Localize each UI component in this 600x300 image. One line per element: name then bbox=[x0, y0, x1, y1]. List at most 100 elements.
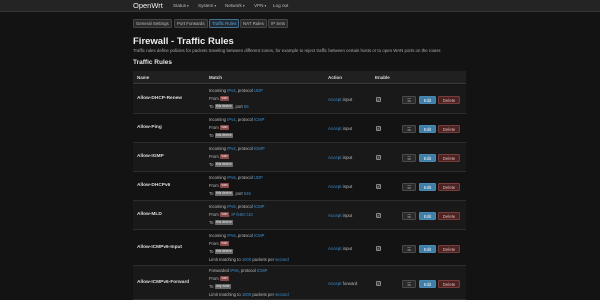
limit-unit: second bbox=[275, 257, 289, 262]
column-header-action: Action bbox=[328, 74, 342, 80]
drag-handle-button[interactable]: ☰ bbox=[402, 183, 416, 191]
match-text: , protocol bbox=[235, 88, 254, 93]
tab-traffic-rules[interactable]: Traffic Rules bbox=[209, 19, 240, 28]
delete-button[interactable]: Delete bbox=[438, 212, 460, 220]
match-text: Incoming bbox=[209, 204, 228, 209]
match-text: Limit matching to bbox=[209, 292, 242, 297]
match-text: From bbox=[209, 241, 220, 246]
action-target: input bbox=[341, 97, 353, 102]
top-navbar: OpenWrt Status▾ System▾ Network▾ VPN▾ Lo… bbox=[0, 0, 600, 12]
protocol-link: ICMP bbox=[256, 268, 268, 273]
rule-match: Incoming IPv6, protocol UDP From wan To … bbox=[209, 174, 263, 198]
match-text: To bbox=[209, 162, 215, 167]
menu-network[interactable]: Network▾ bbox=[225, 3, 245, 8]
tab-general-settings[interactable]: General Settings bbox=[133, 19, 172, 28]
chevron-down-icon: ▾ bbox=[214, 3, 217, 8]
rule-name: Allow-ICMPv6-Input bbox=[137, 245, 183, 250]
column-header-enable: Enable bbox=[375, 74, 390, 80]
rule-match: Incoming IPv6, protocol ICMP From wan To… bbox=[209, 232, 289, 264]
edit-button[interactable]: Edit bbox=[419, 125, 436, 133]
delete-button[interactable]: Delete bbox=[438, 154, 460, 162]
table-row: Allow-IGMP Incoming IPv4, protocol IGMP … bbox=[133, 143, 466, 172]
table-row: Allow-DHCPv6 Incoming IPv6, protocol UDP… bbox=[133, 172, 466, 201]
table-row: Allow-ICMPv6-Forward Forwarded IPv6, pro… bbox=[133, 266, 466, 300]
match-text: Incoming bbox=[209, 117, 228, 122]
match-text: Limit matching to bbox=[209, 257, 242, 262]
match-text: To bbox=[209, 133, 215, 138]
delete-button[interactable]: Delete bbox=[438, 125, 460, 133]
brand-logo[interactable]: OpenWrt bbox=[133, 1, 163, 10]
zone-badge: this device bbox=[214, 162, 234, 168]
drag-handle-button[interactable]: ☰ bbox=[402, 245, 416, 253]
rule-action: Accept input bbox=[328, 213, 352, 218]
page-title: Firewall - Traffic Rules bbox=[133, 36, 234, 47]
menu-status[interactable]: Status▾ bbox=[173, 3, 189, 8]
match-text: From bbox=[209, 212, 220, 217]
action-verb: Accept bbox=[328, 246, 342, 251]
drag-handle-button[interactable]: ☰ bbox=[402, 280, 416, 288]
action-verb: Accept bbox=[328, 97, 342, 102]
tab-ip-sets[interactable]: IP Sets bbox=[268, 19, 289, 28]
tab-port-forwards[interactable]: Port Forwards bbox=[174, 19, 208, 28]
delete-button[interactable]: Delete bbox=[438, 245, 460, 253]
edit-button[interactable]: Edit bbox=[419, 245, 436, 253]
enable-checkbox[interactable]: ✓ bbox=[376, 155, 381, 160]
drag-handle-button[interactable]: ☰ bbox=[402, 212, 416, 220]
zone-badge: this device bbox=[214, 191, 234, 197]
limit-unit: second bbox=[275, 292, 289, 297]
match-text: , protocol bbox=[235, 204, 254, 209]
enable-checkbox[interactable]: ✓ bbox=[376, 281, 381, 286]
table-row: Allow-DHCP-Renew Incoming IPv4, protocol… bbox=[133, 85, 466, 114]
enable-checkbox[interactable]: ✓ bbox=[376, 126, 381, 131]
menu-label: Network bbox=[225, 2, 242, 8]
rule-action: Accept input bbox=[328, 126, 352, 131]
enable-checkbox[interactable]: ✓ bbox=[376, 246, 381, 251]
menu-vpn[interactable]: VPN▾ bbox=[254, 3, 266, 8]
match-text: packets per bbox=[251, 292, 276, 297]
enable-checkbox[interactable]: ✓ bbox=[376, 184, 381, 189]
match-text: Incoming bbox=[209, 175, 228, 180]
protocol-link: UDP bbox=[253, 88, 263, 93]
delete-button[interactable]: Delete bbox=[438, 280, 460, 288]
zone-badge: wan bbox=[219, 125, 229, 131]
delete-button[interactable]: Delete bbox=[438, 183, 460, 191]
family-link: IPv6 bbox=[227, 233, 236, 238]
match-text: Incoming bbox=[209, 146, 228, 151]
drag-handle-button[interactable]: ☰ bbox=[402, 125, 416, 133]
match-text: , port bbox=[233, 104, 244, 109]
drag-handle-button[interactable]: ☰ bbox=[402, 154, 416, 162]
family-link: IPv6 bbox=[227, 175, 236, 180]
menu-label: System bbox=[198, 2, 214, 8]
edit-button[interactable]: Edit bbox=[419, 96, 436, 104]
match-text: To bbox=[209, 191, 215, 196]
rule-action: Accept input bbox=[328, 246, 352, 251]
chevron-down-icon: ▾ bbox=[242, 3, 245, 8]
rule-action: Accept forward bbox=[328, 281, 357, 286]
family-link: IPv4 bbox=[227, 146, 236, 151]
menu-logout[interactable]: Log out bbox=[273, 3, 288, 8]
table-row: Allow-Ping Incoming IPv4, protocol ICMP … bbox=[133, 114, 466, 143]
edit-button[interactable]: Edit bbox=[419, 212, 436, 220]
match-text: , protocol bbox=[235, 146, 254, 151]
action-target: input bbox=[341, 155, 353, 160]
edit-button[interactable]: Edit bbox=[419, 154, 436, 162]
match-text: packets per bbox=[251, 257, 276, 262]
drag-handle-button[interactable]: ☰ bbox=[402, 96, 416, 104]
enable-checkbox[interactable]: ✓ bbox=[376, 213, 381, 218]
match-text: From bbox=[209, 96, 220, 101]
enable-checkbox[interactable]: ✓ bbox=[376, 97, 381, 102]
tab-nat-rules[interactable]: NAT Rules bbox=[240, 19, 267, 28]
rule-match: Incoming IPv4, protocol UDP From wan To … bbox=[209, 87, 263, 111]
rule-action: Accept input bbox=[328, 184, 352, 189]
column-header-name: Name bbox=[137, 74, 150, 80]
edit-button[interactable]: Edit bbox=[419, 280, 436, 288]
edit-button[interactable]: Edit bbox=[419, 183, 436, 191]
rule-name: Allow-Ping bbox=[137, 125, 162, 130]
menu-system[interactable]: System▾ bbox=[198, 3, 216, 8]
rule-name: Allow-DHCP-Renew bbox=[137, 96, 183, 101]
match-text: From bbox=[209, 125, 220, 130]
match-text: To bbox=[209, 220, 215, 225]
zone-badge: wan bbox=[219, 212, 229, 218]
rule-match: Forwarded IPv6, protocol ICMP From wan T… bbox=[209, 267, 289, 299]
delete-button[interactable]: Delete bbox=[438, 96, 460, 104]
